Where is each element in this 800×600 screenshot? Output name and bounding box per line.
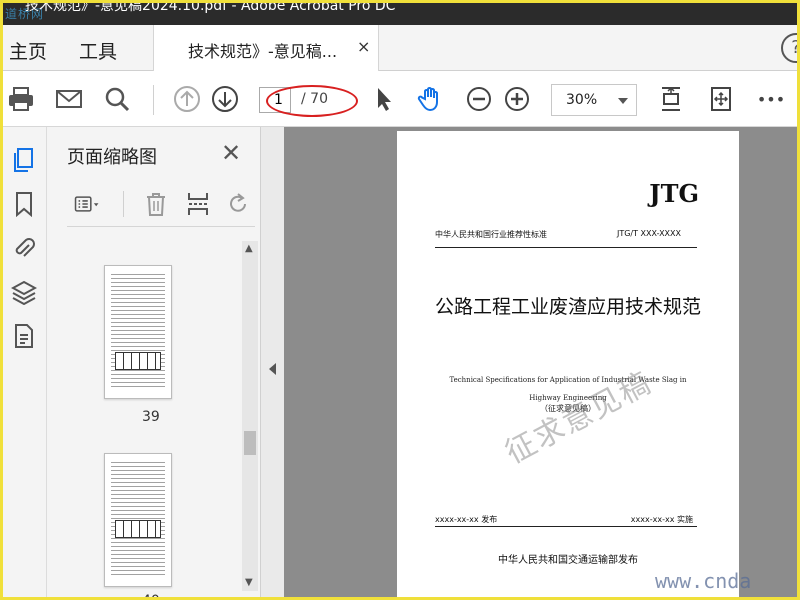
panel-collapse-handle[interactable]	[260, 127, 284, 597]
site-watermark: www.cnda	[655, 569, 752, 593]
help-button[interactable]: ?	[781, 33, 797, 63]
extract-pages-icon[interactable]	[183, 189, 213, 219]
panel-title: 页面缩略图	[67, 147, 157, 168]
panel-toolbar	[67, 183, 255, 227]
close-tab-button[interactable]: ×	[357, 37, 370, 56]
layers-icon[interactable]	[9, 277, 39, 307]
document-title: 公路工程工业废渣应用技术规范	[434, 296, 701, 318]
zoom-value: 30%	[566, 92, 598, 108]
home-tab[interactable]: 主页	[9, 37, 47, 64]
left-rail	[3, 127, 47, 597]
header-rule	[435, 247, 697, 248]
rotate-icon[interactable]	[223, 189, 253, 219]
pdf-page: JTG 中华人民共和国行业推荐性标准 JTG/T XXX-XXXX 公路工程工业…	[397, 131, 739, 597]
document-view[interactable]: JTG 中华人民共和国行业推荐性标准 JTG/T XXX-XXXX 公路工程工业…	[284, 127, 797, 597]
document-tab-label: 技术规范》-意见稿...	[188, 42, 338, 61]
scroll-up-icon[interactable]: ▲	[245, 243, 253, 254]
panel-divider	[123, 191, 124, 217]
tools-tab[interactable]: 工具	[79, 37, 117, 64]
standard-type: 中华人民共和国行业推荐性标准	[435, 230, 547, 239]
issue-date: xxxx-xx-xx 发布	[435, 515, 498, 524]
options-menu-icon[interactable]	[67, 189, 107, 219]
full-screen-icon[interactable]	[705, 83, 737, 115]
print-icon[interactable]	[5, 83, 37, 115]
scrollbar-thumb[interactable]	[244, 431, 256, 455]
fit-page-icon[interactable]	[655, 83, 687, 115]
bookmark-icon[interactable]	[9, 189, 39, 219]
window-title: 技术规范》-意见稿2024.10.pdf - Adobe Acrobat Pro…	[25, 3, 396, 14]
thumbnails-panel: 页面缩略图 ✕ 39 40 ▲	[47, 127, 260, 597]
previous-page-icon[interactable]	[171, 83, 203, 115]
thumbnail-page-number: 39	[142, 409, 160, 425]
next-page-icon[interactable]	[209, 83, 241, 115]
page-thumbnails-icon[interactable]	[9, 145, 39, 175]
email-icon[interactable]	[53, 83, 85, 115]
page-thumbnail[interactable]	[104, 265, 172, 399]
thumbnail-page-number: 40	[142, 593, 160, 597]
standard-code-header: JTG	[649, 179, 699, 208]
zoom-in-icon[interactable]	[501, 83, 533, 115]
chevron-down-icon	[618, 98, 628, 104]
close-icon[interactable]: ✕	[221, 139, 241, 167]
select-cursor-icon[interactable]	[367, 83, 399, 115]
scroll-down-icon[interactable]: ▼	[245, 577, 253, 588]
zoom-out-icon[interactable]	[463, 83, 495, 115]
more-tools-button[interactable]: •••	[755, 83, 787, 115]
zoom-select[interactable]: 30%	[551, 84, 637, 116]
implementation-date: xxxx-xx-xx 实施	[630, 515, 693, 524]
document-properties-icon[interactable]	[9, 321, 39, 351]
hand-tool-icon[interactable]	[415, 83, 447, 115]
attachment-icon[interactable]	[9, 233, 39, 263]
footer-rule	[435, 526, 697, 527]
search-icon[interactable]	[101, 83, 133, 115]
publisher: 中华人民共和国交通运输部发布	[498, 555, 638, 566]
toolbar-divider	[153, 85, 154, 115]
acrobat-window: 道桥网 技术规范》-意见稿2024.10.pdf - Adobe Acrobat…	[3, 3, 797, 597]
title-bar: 道桥网 技术规范》-意见稿2024.10.pdf - Adobe Acrobat…	[3, 3, 797, 25]
collapse-arrow-icon	[269, 363, 276, 375]
thumbnail-text	[111, 274, 165, 390]
tab-row: 主页 工具 技术规范》-意见稿... × ?	[3, 25, 797, 71]
trash-icon[interactable]	[141, 189, 171, 219]
standard-number: JTG/T XXX-XXXX	[616, 229, 681, 238]
thumbnail-scrollbar[interactable]: ▲ ▼	[242, 241, 258, 591]
document-tab[interactable]: 技术规范》-意见稿... ×	[153, 25, 379, 71]
main-toolbar: 1 / 70 30% •••	[3, 71, 797, 127]
page-thumbnail[interactable]	[104, 453, 172, 587]
thumbnail-table	[115, 352, 161, 370]
thumbnail-table	[115, 520, 161, 538]
page-highlight-annotation	[266, 85, 358, 117]
